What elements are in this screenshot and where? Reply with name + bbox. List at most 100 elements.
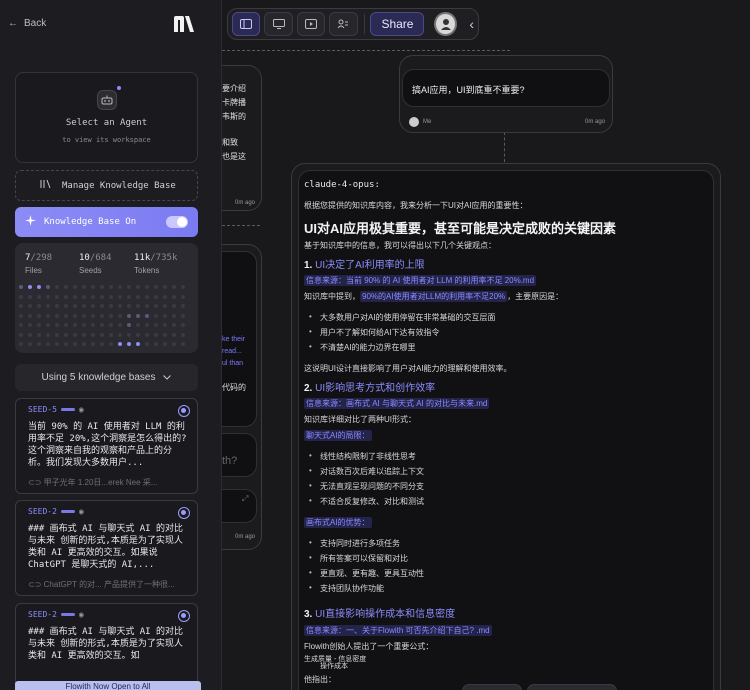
- usage-dot: [118, 313, 122, 318]
- usage-dot: [181, 294, 185, 299]
- user-avatar[interactable]: [434, 12, 458, 36]
- list-item: 用户不了解如何给AI下达有效指令: [304, 327, 440, 338]
- usage-dot: [73, 313, 77, 318]
- usage-dot: [127, 294, 131, 299]
- users-button[interactable]: [329, 12, 358, 36]
- item-select-radio[interactable]: [178, 610, 190, 622]
- knowledge-item[interactable]: SEED-5 ◉ 当前 90% 的 AI 使用者对 LLM 的利用率不足 20%,…: [15, 398, 198, 494]
- usage-dot: [28, 304, 32, 308]
- agent-selector[interactable]: Select an Agent to view its workspace: [15, 72, 198, 163]
- sidebar-toggle-button[interactable]: [232, 12, 261, 36]
- usage-dot: [118, 304, 122, 308]
- usage-dot: [181, 323, 185, 327]
- link-icon: ⊂⊃: [28, 580, 44, 589]
- answer-lead: 基于知识库中的信息，我可以得出以下几个关键观点：: [304, 241, 496, 250]
- usage-dot: [163, 304, 167, 308]
- usage-dot: [19, 323, 23, 327]
- usage-dot: [64, 323, 68, 327]
- top-toolbar: Share ‹: [227, 8, 479, 40]
- bottom-control[interactable]: [527, 684, 617, 690]
- usage-dot: [154, 332, 158, 337]
- usage-dot: [37, 285, 41, 289]
- sidebar-icon: [240, 19, 253, 29]
- usage-dot: [19, 304, 23, 308]
- eye-icon[interactable]: ◉: [79, 405, 84, 414]
- usage-dot: [172, 304, 176, 308]
- knowledge-base-toggle-row[interactable]: Knowledge Base On: [15, 207, 198, 237]
- usage-dot: [46, 294, 50, 299]
- section-3-lead: Flowith创始人提出了一个重要公式：: [304, 642, 434, 651]
- usage-dot: [109, 342, 113, 346]
- eye-icon[interactable]: ◉: [79, 507, 84, 516]
- usage-dot: [55, 285, 59, 289]
- section-3-tail: 他指出：: [304, 675, 336, 684]
- usage-dot: [82, 342, 86, 346]
- knowledge-base-toggle[interactable]: [166, 216, 188, 228]
- usage-dot: [28, 294, 32, 299]
- usage-dot: [163, 294, 167, 299]
- usage-dot: [154, 294, 158, 299]
- item-select-radio[interactable]: [178, 507, 190, 519]
- usage-dot: [127, 313, 131, 318]
- usage-dot: [73, 285, 77, 289]
- usage-dot: [64, 342, 68, 346]
- usage-dot: [145, 294, 149, 299]
- usage-dot: [136, 323, 140, 327]
- robot-icon: [97, 90, 117, 110]
- usage-dot: [82, 332, 86, 337]
- sidebar: ← Back Select an Agent to view its works…: [0, 0, 222, 690]
- eye-icon[interactable]: ◉: [79, 610, 84, 619]
- section-1-heading: 1. UI决定了AI利用率的上限: [304, 260, 425, 271]
- usage-dot: [109, 294, 113, 299]
- usage-dot: [73, 332, 77, 337]
- usage-dot: [73, 342, 77, 346]
- section-1-line: 知识库中提到， 90%的AI使用者对LLM的利用率不足20% ，主要原因是：: [304, 291, 564, 302]
- connector-line: [222, 50, 510, 51]
- usage-dot: [127, 342, 131, 346]
- left-node-middle-timestamp: 0m ago: [235, 534, 256, 540]
- usage-dot: [82, 304, 86, 308]
- knowledge-item[interactable]: SEED-2 ◉ ### 画布式 AI 与聊天式 AI 的对比与未来 创新的形式,…: [15, 603, 198, 690]
- chevron-left-icon[interactable]: ‹: [469, 16, 474, 32]
- source-tag[interactable]: 信息来源：当前 90% 的 AI 使用者对 LLM 的利用率不足 20%.md: [304, 275, 537, 286]
- stat-seeds: 10/684 Seeds: [79, 253, 112, 275]
- usage-dot: [19, 332, 23, 337]
- usage-dot: [64, 294, 68, 299]
- question-timestamp: 0m ago: [585, 119, 606, 125]
- announcement-banner[interactable]: Flowith Now Open to All: [15, 681, 201, 690]
- left-node-top-timestamp: 0m ago: [235, 200, 256, 206]
- usage-dot: [154, 323, 158, 327]
- subheading-tag: 聊天式AI的局限：: [304, 430, 372, 441]
- usage-dot: [145, 332, 149, 337]
- source-tag[interactable]: 信息来源：画布式 AI 与聊天式 AI 的对比与未来.md: [304, 398, 490, 409]
- connector-line: [504, 132, 505, 162]
- usage-dot: [91, 304, 95, 308]
- model-name: claude-4-opus:: [304, 180, 380, 190]
- item-select-radio[interactable]: [178, 405, 190, 417]
- usage-dot: [163, 313, 167, 318]
- avatar-face-icon: [440, 19, 451, 30]
- usage-dot: [163, 323, 167, 327]
- left-node-middle[interactable]: [222, 244, 262, 550]
- section-2-lead: 知识库详细对比了两种UI形式：: [304, 415, 416, 424]
- manage-knowledge-base-button[interactable]: Manage Knowledge Base: [15, 170, 198, 201]
- canvas[interactable]: [222, 0, 750, 690]
- knowledge-bases-dropdown[interactable]: Using 5 knowledge bases: [15, 364, 198, 391]
- usage-dot: [19, 294, 23, 299]
- knowledge-item[interactable]: SEED-2 ◉ ### 画布式 AI 与聊天式 AI 的对比与未来 创新的形式,…: [15, 500, 198, 596]
- chat-view-button[interactable]: [264, 12, 293, 36]
- share-button[interactable]: Share: [370, 12, 425, 36]
- usage-dot: [46, 313, 50, 318]
- bottom-control[interactable]: [462, 684, 522, 690]
- present-button[interactable]: [296, 12, 326, 36]
- usage-dot: [100, 294, 104, 299]
- source-tag[interactable]: 信息来源：一、关于Flowith 可否先介绍下自己? .md: [304, 625, 492, 636]
- usage-dot: [172, 323, 176, 327]
- expand-icon[interactable]: ⤢: [242, 494, 248, 504]
- usage-dot: [163, 342, 167, 346]
- back-button[interactable]: ← Back: [8, 18, 46, 29]
- agent-subtitle: to view its workspace: [62, 136, 151, 144]
- usage-dot: [82, 313, 86, 318]
- usage-dot: [118, 342, 122, 346]
- usage-dot: [82, 294, 86, 299]
